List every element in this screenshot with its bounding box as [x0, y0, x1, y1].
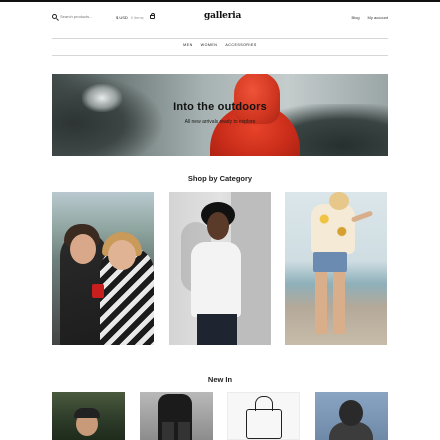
- hero-title: Into the outdoors: [173, 101, 267, 113]
- search-icon[interactable]: [52, 14, 57, 19]
- nav-item-women[interactable]: Women: [201, 43, 218, 47]
- category-card-summer[interactable]: [285, 192, 387, 345]
- currency-selector[interactable]: $ USD 0 items: [116, 15, 144, 20]
- search-box[interactable]: [52, 14, 100, 19]
- categories-heading: Shop by Category: [187, 174, 253, 183]
- cart-icon[interactable]: [150, 13, 155, 19]
- product-3-bag: [246, 396, 282, 439]
- photo-head: [329, 192, 349, 210]
- search-input[interactable]: [60, 14, 100, 19]
- site-header: $ USD 0 items galleria Blog My account: [52, 10, 388, 28]
- product-card-1[interactable]: [52, 392, 125, 440]
- product-4-head: [339, 400, 363, 426]
- product-card-4[interactable]: [315, 392, 388, 440]
- photo-tshirt: [191, 242, 241, 317]
- hero-subtitle: All new arrivals ready to explore: [184, 119, 256, 125]
- product-card-3[interactable]: [227, 392, 300, 440]
- my-account-link[interactable]: My account: [368, 15, 388, 20]
- category-card-women[interactable]: [52, 192, 154, 345]
- account-links: Blog My account: [352, 15, 388, 20]
- nav-item-men[interactable]: Men: [183, 43, 193, 47]
- cart-count: 0 items: [130, 15, 144, 20]
- site-logo[interactable]: galleria: [204, 11, 241, 21]
- hero-hood: [234, 74, 280, 124]
- nav-divider-top: [52, 38, 388, 39]
- nav-item-accessories[interactable]: Accessories: [225, 43, 256, 47]
- new-in-heading: New In: [207, 375, 233, 384]
- photo-jeans: [197, 314, 237, 345]
- photo-red-cup: [92, 284, 104, 298]
- category-card-men[interactable]: [169, 192, 271, 345]
- blog-link[interactable]: Blog: [352, 15, 360, 20]
- product-2-legs: [162, 422, 190, 440]
- currency-label[interactable]: $ USD: [116, 15, 128, 20]
- hero-banner[interactable]: Into the outdoors All new arrivals ready…: [52, 74, 388, 156]
- product-1-cap: [74, 408, 100, 418]
- product-card-2[interactable]: [140, 392, 213, 440]
- logo-text[interactable]: galleria: [204, 11, 241, 21]
- top-border: [0, 0, 440, 2]
- main-nav: Men Women Accessories: [52, 43, 388, 47]
- nav-divider-bottom: [52, 55, 388, 56]
- photo-face: [207, 212, 229, 240]
- photo-face-right: [108, 240, 136, 270]
- photo-denim-shorts: [313, 252, 347, 272]
- photo-face-left: [70, 234, 96, 264]
- photo-floral-top: [311, 204, 355, 254]
- photo-legs: [315, 272, 345, 334]
